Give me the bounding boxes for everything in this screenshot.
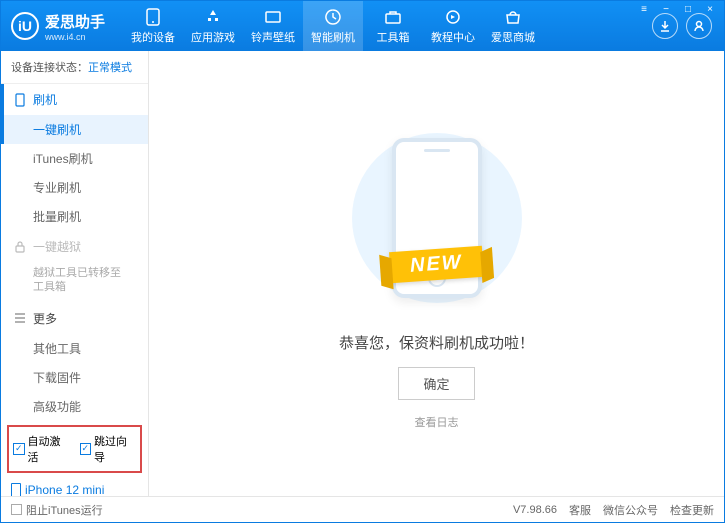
tab-label: 铃声壁纸: [251, 29, 295, 45]
section-flash: 刷机 一键刷机 iTunes刷机 专业刷机 批量刷机: [1, 84, 148, 231]
titlebar-actions: [640, 13, 724, 39]
sidebar-item-advanced[interactable]: 高级功能: [1, 392, 148, 421]
window-controls: ≡ − □ ×: [634, 2, 720, 16]
footer: 阻止iTunes运行 V7.98.66 客服 微信公众号 检查更新: [1, 496, 724, 522]
checkbox-label: 阻止iTunes运行: [26, 502, 103, 518]
check-update-link[interactable]: 检查更新: [670, 502, 714, 518]
tab-ringtones[interactable]: 铃声壁纸: [243, 1, 303, 51]
flash-icon: [324, 8, 342, 26]
section-label: 一键越狱: [33, 238, 81, 255]
tab-label: 智能刷机: [311, 29, 355, 45]
section-label: 刷机: [33, 91, 57, 108]
tab-tutorial[interactable]: 教程中心: [423, 1, 483, 51]
phone-icon: [13, 93, 27, 107]
lock-icon: [13, 241, 27, 253]
logo-area: iU 爱思助手 www.i4.cn: [1, 11, 115, 42]
apps-icon: [204, 8, 222, 26]
section-jailbreak-head[interactable]: 一键越狱: [1, 231, 148, 262]
support-link[interactable]: 客服: [569, 502, 591, 518]
tab-toolbox[interactable]: 工具箱: [363, 1, 423, 51]
sidebar-item-other-tools[interactable]: 其他工具: [1, 334, 148, 363]
maximize-button[interactable]: □: [678, 2, 698, 16]
tab-apps[interactable]: 应用游戏: [183, 1, 243, 51]
tab-my-device[interactable]: 我的设备: [123, 1, 183, 51]
sidebar: 设备连接状态：正常模式 刷机 一键刷机 iTunes刷机 专业刷机 批量刷机 一…: [1, 51, 149, 496]
section-more-head[interactable]: 更多: [1, 303, 148, 334]
checkbox-row: ✓ 自动激活 ✓ 跳过向导: [7, 425, 142, 473]
view-log-link[interactable]: 查看日志: [415, 414, 459, 430]
logo-icon: iU: [11, 12, 39, 40]
close-button[interactable]: ×: [700, 2, 720, 16]
device-info[interactable]: iPhone 12 mini 64GB Down-12mini-13,1: [1, 477, 148, 496]
jailbreak-note: 越狱工具已转移至 工具箱: [1, 262, 148, 303]
checkbox-label: 跳过向导: [94, 433, 136, 465]
sidebar-item-pro-flash[interactable]: 专业刷机: [1, 173, 148, 202]
wechat-link[interactable]: 微信公众号: [603, 502, 658, 518]
sidebar-item-oneclick-flash[interactable]: 一键刷机: [1, 115, 148, 144]
device-name: iPhone 12 mini: [11, 483, 138, 496]
menu-button[interactable]: ≡: [634, 2, 654, 16]
device-icon: [144, 8, 162, 26]
main-content: NEW 恭喜您，保资料刷机成功啦！ 确定 查看日志: [149, 51, 724, 496]
body: 设备连接状态：正常模式 刷机 一键刷机 iTunes刷机 专业刷机 批量刷机 一…: [1, 51, 724, 496]
list-icon: [13, 313, 27, 323]
sidebar-item-download-firmware[interactable]: 下载固件: [1, 363, 148, 392]
app-url: www.i4.cn: [45, 32, 105, 42]
status-label: 设备连接状态：: [11, 62, 88, 74]
tab-label: 应用游戏: [191, 29, 235, 45]
check-icon: ✓: [13, 443, 25, 455]
tab-label: 我的设备: [131, 29, 175, 45]
store-icon: [504, 8, 522, 26]
checkbox-icon: [11, 504, 22, 515]
tab-store[interactable]: 爱思商城: [483, 1, 543, 51]
app-window: ≡ − □ × iU 爱思助手 www.i4.cn 我的设备 应用游戏 铃声壁纸: [0, 0, 725, 523]
confirm-button[interactable]: 确定: [398, 367, 474, 400]
device-icon: [11, 483, 21, 496]
sidebar-item-batch-flash[interactable]: 批量刷机: [1, 202, 148, 231]
section-jailbreak: 一键越狱 越狱工具已转移至 工具箱: [1, 231, 148, 303]
tab-label: 工具箱: [377, 29, 410, 45]
checkbox-block-itunes[interactable]: 阻止iTunes运行: [11, 502, 103, 518]
checkbox-skip-guide[interactable]: ✓ 跳过向导: [80, 433, 137, 465]
section-label: 更多: [33, 310, 57, 327]
toolbox-icon: [384, 8, 402, 26]
media-icon: [264, 8, 282, 26]
success-illustration: NEW: [357, 118, 517, 318]
footer-right: V7.98.66 客服 微信公众号 检查更新: [513, 502, 714, 518]
tab-label: 爱思商城: [491, 29, 535, 45]
new-ribbon: NEW: [389, 245, 484, 282]
tab-smart-flash[interactable]: 智能刷机: [303, 1, 363, 51]
app-name: 爱思助手: [45, 11, 105, 32]
version-label: V7.98.66: [513, 504, 557, 516]
tutorial-icon: [444, 8, 462, 26]
minimize-button[interactable]: −: [656, 2, 676, 16]
sidebar-item-itunes-flash[interactable]: iTunes刷机: [1, 144, 148, 173]
success-message: 恭喜您，保资料刷机成功啦！: [339, 332, 534, 353]
section-flash-head[interactable]: 刷机: [1, 84, 148, 115]
checkbox-label: 自动激活: [28, 433, 70, 465]
nav-tabs: 我的设备 应用游戏 铃声壁纸 智能刷机 工具箱 教程中心: [123, 1, 640, 51]
user-button[interactable]: [686, 13, 712, 39]
tab-label: 教程中心: [431, 29, 475, 45]
connection-status: 设备连接状态：正常模式: [1, 51, 148, 84]
titlebar: ≡ − □ × iU 爱思助手 www.i4.cn 我的设备 应用游戏 铃声壁纸: [1, 1, 724, 51]
check-icon: ✓: [80, 443, 92, 455]
checkbox-auto-activate[interactable]: ✓ 自动激活: [13, 433, 70, 465]
download-button[interactable]: [652, 13, 678, 39]
section-more: 更多 其他工具 下载固件 高级功能: [1, 303, 148, 421]
status-mode: 正常模式: [88, 62, 132, 74]
